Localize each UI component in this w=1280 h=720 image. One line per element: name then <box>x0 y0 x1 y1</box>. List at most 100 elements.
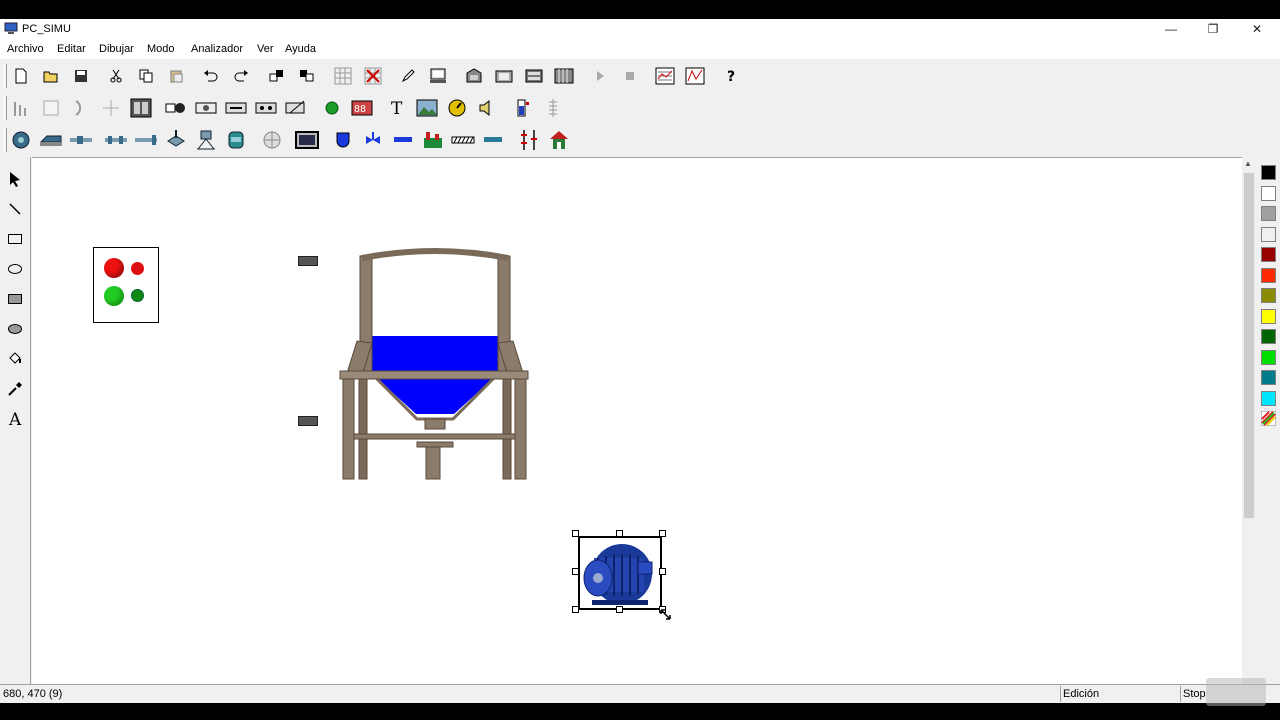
color-swatch-light-gray[interactable] <box>1261 227 1276 242</box>
menu-ayuda[interactable]: Ayuda <box>285 43 316 55</box>
fill-bucket-icon[interactable] <box>3 347 27 371</box>
grating-icon[interactable] <box>451 129 475 151</box>
copy-icon[interactable] <box>134 65 158 87</box>
menu-archivo[interactable]: Archivo <box>7 43 44 55</box>
pipe3-icon[interactable] <box>134 129 158 151</box>
ellipse-icon[interactable] <box>3 257 27 281</box>
valve-icon[interactable] <box>164 129 188 151</box>
pointer-icon[interactable] <box>3 167 27 191</box>
button4-icon[interactable] <box>284 97 308 119</box>
color-swatch-white[interactable] <box>1261 186 1276 201</box>
color-swatch-green[interactable] <box>1261 350 1276 365</box>
menu-dibujar[interactable]: Dibujar <box>99 43 134 55</box>
text-icon[interactable]: A <box>3 407 27 431</box>
button2-icon[interactable] <box>224 97 248 119</box>
new-icon[interactable] <box>9 65 33 87</box>
color-swatch-yellow[interactable] <box>1261 309 1276 324</box>
color-swatch-dark-red[interactable] <box>1261 247 1276 262</box>
color-swatch-red[interactable] <box>1261 268 1276 283</box>
resize-handle-sw[interactable] <box>572 606 579 613</box>
toolbar-grip[interactable] <box>4 64 7 88</box>
green-lamp-large[interactable] <box>104 286 124 306</box>
pump-icon[interactable] <box>9 129 33 151</box>
cup-icon[interactable] <box>331 129 355 151</box>
arc-icon[interactable] <box>69 97 93 119</box>
multicolor-picker-icon[interactable] <box>1261 411 1276 426</box>
rectangle-icon[interactable] <box>3 227 27 251</box>
help-icon[interactable]: ? <box>719 65 743 87</box>
scale-icon[interactable] <box>541 97 565 119</box>
trend-icon[interactable] <box>683 65 707 87</box>
cut-icon[interactable] <box>104 65 128 87</box>
device4-icon[interactable] <box>552 65 576 87</box>
menu-editar[interactable]: Editar <box>57 43 86 55</box>
resize-handle-n[interactable] <box>616 530 623 537</box>
menu-analizador[interactable]: Analizador <box>191 43 243 55</box>
vertical-scrollbar[interactable]: ▲ <box>1242 157 1256 684</box>
crosshair-icon[interactable] <box>99 97 123 119</box>
bring-front-icon[interactable] <box>265 65 289 87</box>
image-tool-icon[interactable] <box>415 97 439 119</box>
line-icon[interactable] <box>3 197 27 221</box>
bar-graph-icon[interactable] <box>9 97 33 119</box>
selector-switch-icon[interactable] <box>129 97 153 119</box>
save-icon[interactable] <box>69 65 93 87</box>
menu-ver[interactable]: Ver <box>257 43 274 55</box>
mixer-icon[interactable] <box>260 129 284 151</box>
monitor-icon[interactable] <box>426 65 450 87</box>
resize-handle-w[interactable] <box>572 568 579 575</box>
color-swatch-teal[interactable] <box>1261 370 1276 385</box>
lamp-icon[interactable] <box>164 97 188 119</box>
color-swatch-dark-green[interactable] <box>1261 329 1276 344</box>
selection-frame[interactable] <box>578 536 662 610</box>
resize-handle-nw[interactable] <box>572 530 579 537</box>
conveyor-icon[interactable] <box>39 129 63 151</box>
pipe-icon[interactable] <box>69 129 93 151</box>
paste-icon[interactable] <box>164 65 188 87</box>
red-lamp-large[interactable] <box>104 258 124 278</box>
scroll-up-icon[interactable]: ▲ <box>1244 159 1252 168</box>
resize-handle-e[interactable] <box>659 568 666 575</box>
menu-modo[interactable]: Modo <box>147 43 175 55</box>
valve2-icon[interactable] <box>361 129 385 151</box>
pencil-icon[interactable] <box>396 65 420 87</box>
display-icon[interactable]: 88 <box>350 97 374 119</box>
color-swatch-olive[interactable] <box>1261 288 1276 303</box>
filled-ellipse-icon[interactable] <box>3 317 27 341</box>
close-button[interactable]: ✕ <box>1236 19 1278 39</box>
button-icon[interactable] <box>194 97 218 119</box>
device3-icon[interactable] <box>522 65 546 87</box>
filled-rectangle-icon[interactable] <box>3 287 27 311</box>
tank-support-icon[interactable] <box>194 129 218 151</box>
send-back-icon[interactable] <box>295 65 319 87</box>
eyedropper-icon[interactable] <box>3 377 27 401</box>
stop-icon[interactable] <box>618 65 642 87</box>
device2-icon[interactable] <box>492 65 516 87</box>
red-lamp-small[interactable] <box>131 262 144 275</box>
green-lamp-small[interactable] <box>131 289 144 302</box>
grid-icon[interactable] <box>331 65 355 87</box>
drawing-canvas[interactable] <box>32 157 1242 684</box>
level-sensor-high[interactable] <box>298 256 318 266</box>
speaker-icon[interactable] <box>475 97 499 119</box>
bottle-icon[interactable] <box>224 129 248 151</box>
device-icon[interactable] <box>462 65 486 87</box>
tube-icon[interactable] <box>391 129 415 151</box>
house-icon[interactable] <box>547 129 571 151</box>
undo-icon[interactable] <box>199 65 223 87</box>
toolbar-grip-3[interactable] <box>4 128 7 152</box>
bar-icon[interactable] <box>481 129 505 151</box>
play-icon[interactable] <box>588 65 612 87</box>
screen-icon[interactable] <box>295 129 319 151</box>
hopper-tank[interactable] <box>337 246 532 481</box>
factory-icon[interactable] <box>421 129 445 151</box>
color-swatch-black[interactable] <box>1261 165 1276 180</box>
redo-icon[interactable] <box>229 65 253 87</box>
gauge-icon[interactable] <box>445 97 469 119</box>
led-icon[interactable] <box>320 97 344 119</box>
level-sensor-low[interactable] <box>298 416 318 426</box>
open-icon[interactable] <box>39 65 63 87</box>
button3-icon[interactable] <box>254 97 278 119</box>
resize-handle-ne[interactable] <box>659 530 666 537</box>
color-swatch-cyan[interactable] <box>1261 391 1276 406</box>
